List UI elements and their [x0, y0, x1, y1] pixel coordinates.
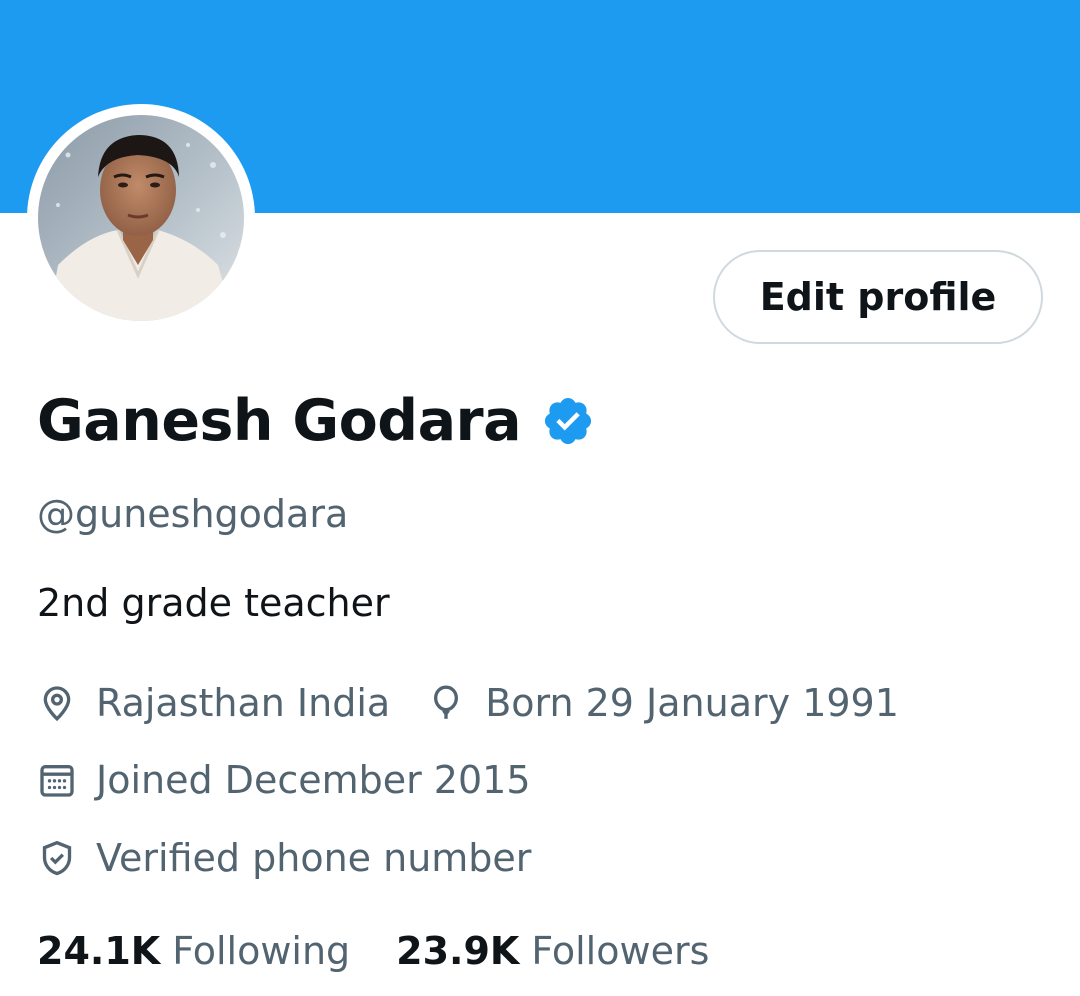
following-count: 24.1K	[37, 929, 161, 973]
avatar[interactable]	[27, 104, 255, 332]
profile-stats: 24.1K Following 23.9K Followers	[37, 922, 709, 980]
profile-meta-row-3: Verified phone number	[37, 831, 531, 885]
joined-item: Joined December 2015	[37, 758, 531, 802]
verified-phone-item[interactable]: Verified phone number	[37, 836, 531, 880]
followers-link[interactable]: 23.9K Followers	[396, 929, 709, 973]
followers-count: 23.9K	[396, 929, 520, 973]
followers-label: Followers	[531, 929, 710, 973]
birthday-text: Born 29 January 1991	[485, 681, 899, 725]
location-pin-icon	[43, 686, 71, 722]
location-item: Rajasthan India	[37, 681, 390, 725]
verified-phone-text: Verified phone number	[96, 836, 532, 880]
profile-handle: @guneshgodara	[37, 492, 349, 536]
avatar-photo	[38, 115, 244, 321]
profile-bio: 2nd grade teacher	[37, 581, 390, 625]
profile-meta-row-2: Joined December 2015	[37, 753, 531, 807]
following-label: Following	[172, 929, 351, 973]
verified-badge-icon[interactable]	[541, 394, 595, 448]
calendar-icon	[40, 765, 74, 797]
joined-text: Joined December 2015	[96, 758, 531, 802]
profile-name: Ganesh Godara	[37, 388, 522, 454]
profile-name-row: Ganesh Godara	[37, 383, 595, 459]
location-text: Rajasthan India	[96, 681, 391, 725]
profile-meta-row-1: Rajasthan India Born 29 January 1991	[37, 676, 899, 730]
balloon-icon	[434, 685, 459, 719]
birthday-item: Born 29 January 1991	[426, 681, 899, 725]
following-link[interactable]: 24.1K Following	[37, 929, 350, 973]
edit-profile-button[interactable]: Edit profile	[713, 250, 1043, 344]
shield-check-icon	[42, 840, 72, 876]
